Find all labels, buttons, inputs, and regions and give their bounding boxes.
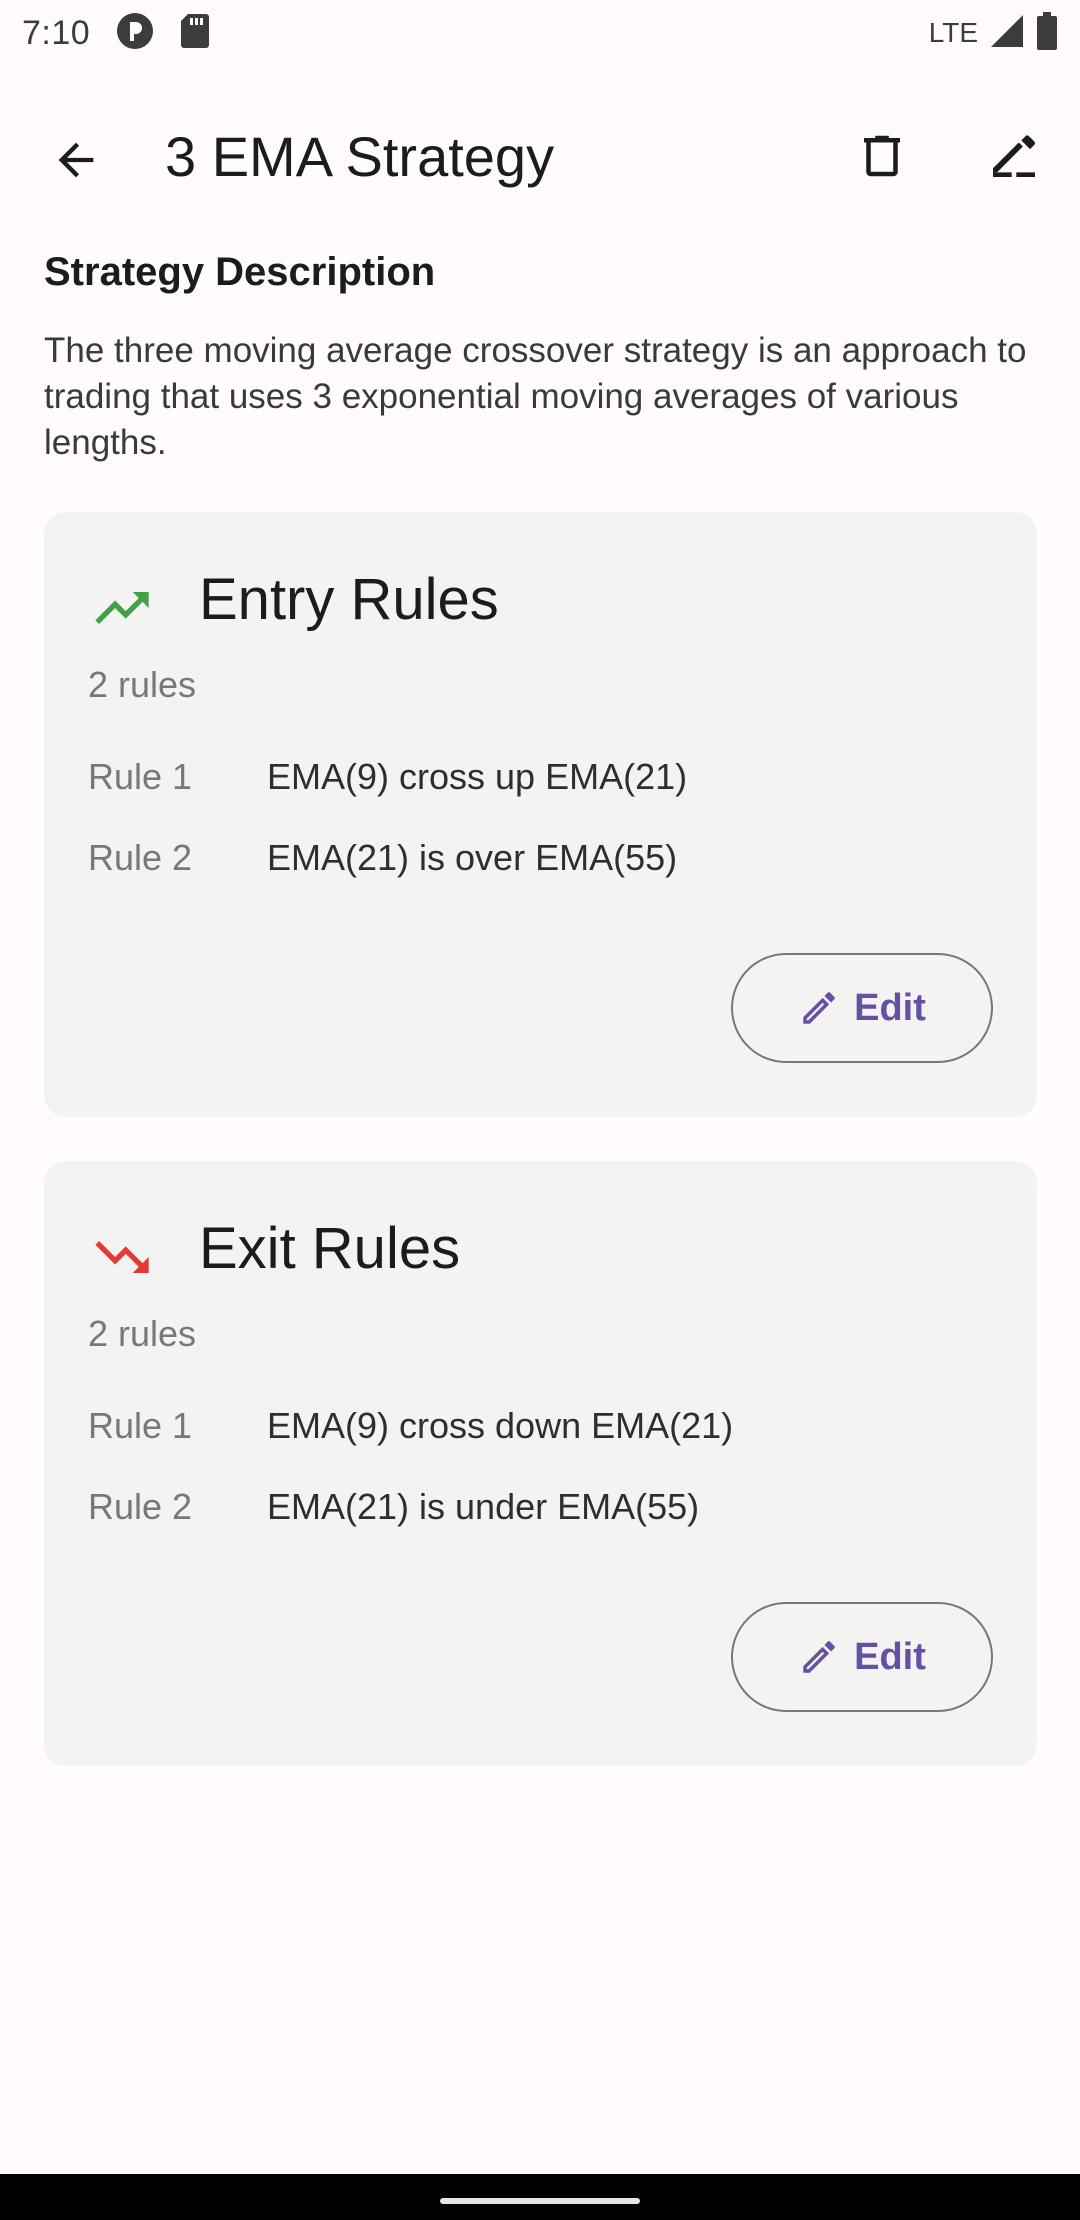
rule-label: Rule 1	[88, 756, 193, 797]
home-indicator[interactable]	[440, 2198, 640, 2204]
rule-label: Rule 2	[88, 1486, 193, 1527]
status-left: 7:10	[22, 12, 210, 55]
trash-icon	[864, 135, 900, 177]
entry-rules-count: 2 rules	[88, 664, 197, 705]
trending-up-icon	[95, 592, 149, 624]
entry-rules-card: Entry Rules 2 rules Rule 1 EMA(9) cross …	[44, 512, 1037, 1117]
top-app-bar: 3 EMA Strategy	[0, 100, 1080, 210]
status-right: LTE	[928, 11, 1058, 55]
description-text: The three moving average crossover strat…	[44, 331, 1027, 462]
trending-down-icon	[95, 1241, 149, 1273]
description-heading: Strategy Description	[44, 250, 436, 294]
signal-icon	[990, 14, 1024, 53]
navigation-bar	[0, 2174, 1080, 2220]
battery-icon	[1036, 11, 1058, 55]
edit-note-icon	[993, 135, 1036, 177]
screen: 7:10 LTE 3 EMA Strategy Strategy Descrip…	[0, 0, 1080, 2220]
edit-label: Edit	[854, 1635, 926, 1678]
entry-rule-row: Rule 2 EMA(21) is over EMA(55)	[88, 833, 677, 883]
edit-entry-rules-button[interactable]: Edit	[731, 953, 993, 1063]
rule-label: Rule 1	[88, 1405, 193, 1446]
exit-rules-count: 2 rules	[88, 1313, 197, 1354]
exit-rule-row: Rule 2 EMA(21) is under EMA(55)	[88, 1482, 699, 1532]
rule-text: EMA(21) is over EMA(55)	[267, 837, 678, 878]
edit-label: Edit	[854, 986, 926, 1029]
rule-text: EMA(9) cross up EMA(21)	[267, 756, 688, 797]
arrow-back-icon	[58, 142, 94, 178]
edit-strategy-button[interactable]	[972, 114, 1056, 198]
exit-rules-card: Exit Rules 2 rules Rule 1 EMA(9) cross d…	[44, 1161, 1037, 1766]
network-type: LTE	[928, 17, 978, 48]
pencil-icon	[803, 1641, 835, 1673]
entry-rules-title: Entry Rules	[199, 567, 499, 632]
rule-text: EMA(21) is under EMA(55)	[267, 1486, 700, 1527]
status-bar: 7:10 LTE	[0, 0, 1080, 66]
notification-icon	[116, 12, 154, 55]
rule-text: EMA(9) cross down EMA(21)	[267, 1405, 734, 1446]
back-button[interactable]	[34, 118, 118, 202]
status-time: 7:10	[22, 13, 91, 52]
exit-rules-title: Exit Rules	[199, 1216, 461, 1281]
edit-exit-rules-button[interactable]: Edit	[731, 1602, 993, 1712]
delete-button[interactable]	[840, 114, 924, 198]
pencil-icon	[803, 992, 835, 1024]
sd-card-icon	[180, 13, 210, 54]
rule-label: Rule 2	[88, 837, 193, 878]
exit-rule-row: Rule 1 EMA(9) cross down EMA(21)	[88, 1401, 733, 1451]
entry-rule-row: Rule 1 EMA(9) cross up EMA(21)	[88, 752, 687, 802]
page-title: 3 EMA Strategy	[165, 125, 555, 188]
